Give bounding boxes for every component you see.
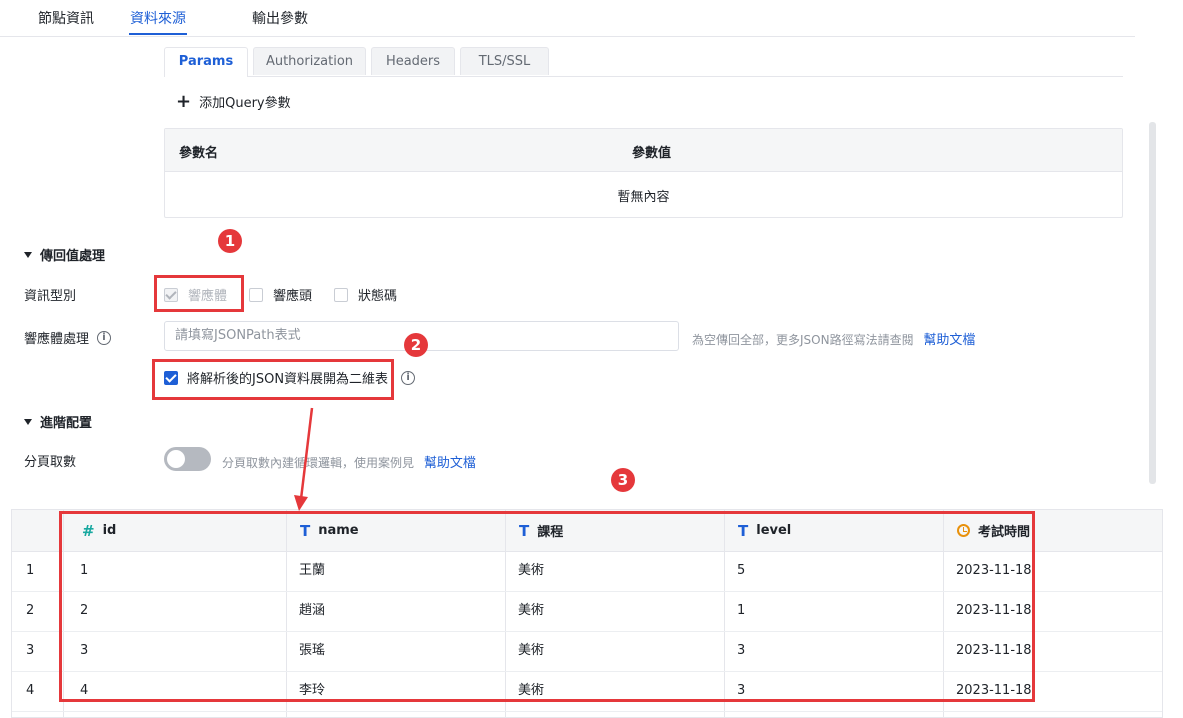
query-param-table: 參數名 參數值 暫無內容 <box>164 128 1123 218</box>
body-process-row: 響應體處理 i <box>24 328 112 347</box>
caret-down-icon <box>24 418 32 425</box>
row-number: 3 <box>26 643 35 658</box>
info-icon[interactable]: i <box>97 330 112 345</box>
paging-label: 分頁取數 <box>24 455 77 470</box>
row-number: 2 <box>26 603 35 618</box>
request-tab-bar: Params Authorization Headers TLS/SSL <box>164 47 1123 77</box>
help-doc-link[interactable]: 幫助文檔 <box>923 333 975 348</box>
body-process-label: 響應體處理 <box>24 332 90 347</box>
paging-help-link[interactable]: 幫助文檔 <box>424 456 476 471</box>
active-tab-indicator <box>129 33 187 35</box>
headers-option-label: 響應頭 <box>273 289 313 304</box>
advanced-section-toggle[interactable]: 進階配置 <box>24 412 92 431</box>
tab-tls-ssl[interactable]: TLS/SSL <box>460 47 549 75</box>
tab-authorization[interactable]: Authorization <box>253 47 366 75</box>
annotation-box-3 <box>59 511 1035 702</box>
jsonpath-hint-text: 為空傳回全部，更多JSON路徑寫法請查閱 <box>692 333 914 347</box>
info-icon[interactable]: i <box>401 370 416 385</box>
annotation-box-1 <box>154 275 244 312</box>
annotation-arrow <box>294 407 314 511</box>
data-type-label: 資訊型別 <box>24 289 77 304</box>
row-number: 4 <box>26 683 35 698</box>
tab-headers[interactable]: Headers <box>371 47 455 75</box>
param-name-header: 參數名 <box>179 146 219 161</box>
param-value-header: 參數值 <box>632 146 672 161</box>
scrollbar[interactable] <box>1149 122 1156 484</box>
annotation-box-2 <box>152 359 394 400</box>
headers-checkbox[interactable] <box>249 287 263 302</box>
status-option-label: 狀態碼 <box>358 289 398 304</box>
paging-toggle[interactable] <box>164 447 211 471</box>
plus-icon: + <box>176 90 192 112</box>
tab-node-info[interactable]: 節點資訊 <box>38 8 94 28</box>
status-checkbox[interactable] <box>334 287 348 302</box>
paging-hint: 分頁取數內建循環邏輯，使用案例見 幫助文檔 <box>222 452 476 471</box>
return-section-toggle[interactable]: 傳回值處理 <box>24 245 105 264</box>
add-query-button[interactable]: + 添加Query參數 <box>176 92 291 111</box>
annotation-badge-3: 3 <box>611 468 635 492</box>
jsonpath-hint: 為空傳回全部，更多JSON路徑寫法請查閱 幫助文檔 <box>692 329 975 348</box>
add-query-label: 添加Query參數 <box>199 96 291 111</box>
annotation-badge-2: 2 <box>404 333 428 357</box>
return-section-title: 傳回值處理 <box>40 249 106 264</box>
toggle-knob <box>167 450 185 468</box>
caret-down-icon <box>24 251 32 258</box>
row-number: 1 <box>26 563 35 578</box>
advanced-section-title: 進階配置 <box>40 416 93 431</box>
param-table-header: 參數名 參數值 <box>165 129 1122 172</box>
empty-state-text: 暫無內容 <box>617 190 670 205</box>
annotation-badge-1: 1 <box>218 229 242 253</box>
option-headers[interactable]: 響應頭 <box>249 285 312 304</box>
tab-params[interactable]: Params <box>164 47 248 77</box>
tab-output-params[interactable]: 輸出參數 <box>252 8 308 28</box>
tab-data-source[interactable]: 資料來源 <box>130 8 186 28</box>
option-status[interactable]: 狀態碼 <box>334 285 397 304</box>
top-tab-bar: 節點資訊 資料來源 輸出參數 <box>0 0 1135 37</box>
